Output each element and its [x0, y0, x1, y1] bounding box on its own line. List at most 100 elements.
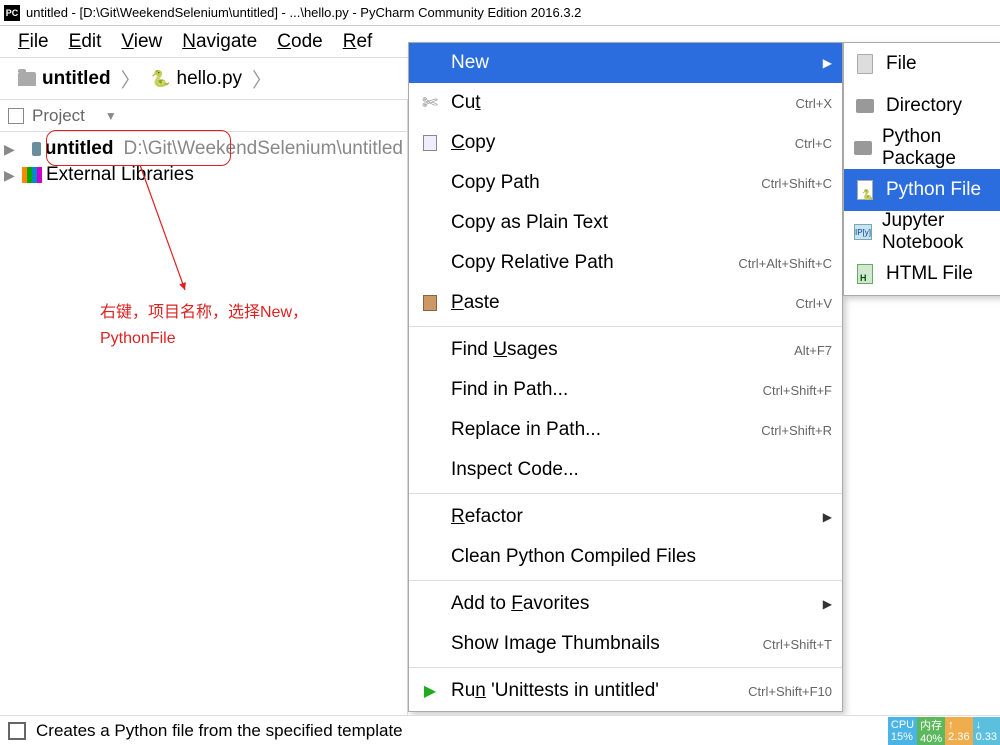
shortcut-label: Alt+F7: [794, 343, 832, 358]
context-menu: New▶✄CutCtrl+XCopyCtrl+CCopy PathCtrl+Sh…: [408, 42, 843, 712]
breadcrumb-separator: 〉: [121, 64, 141, 93]
perf-mem: 内存40%: [917, 717, 945, 745]
jupyter-icon: IP[y]: [854, 221, 872, 243]
context-menu-item[interactable]: ▶ Run 'Unittests in untitled' Ctrl+Shift+F…: [409, 671, 842, 711]
context-menu-item[interactable]: Show Image Thumbnails Ctrl+Shift+T: [409, 624, 842, 664]
file-icon: [854, 53, 876, 75]
menu-view[interactable]: View: [111, 29, 172, 55]
context-menu-item[interactable]: Replace in Path... Ctrl+Shift+R: [409, 410, 842, 450]
submenu-item[interactable]: File: [844, 43, 1000, 85]
tree-project-name: untitled: [45, 138, 114, 160]
shortcut-label: Ctrl+Shift+R: [761, 423, 832, 438]
context-menu-item[interactable]: Copy Ctrl+C: [409, 123, 842, 163]
run-icon: ▶: [419, 681, 441, 701]
tree-external-label: External Libraries: [46, 164, 194, 186]
context-menu-item[interactable]: Add to Favorites ▶: [409, 584, 842, 624]
submenu-item-label: Python File: [886, 179, 981, 201]
annotation-text: 右键，项目名称，选择New，PythonFile: [100, 300, 308, 351]
tree-row-project[interactable]: ▶ untitled D:\Git\WeekendSelenium\untitl…: [0, 136, 407, 162]
python-icon: [854, 179, 876, 201]
context-menu-item[interactable]: Find Usages Alt+F7: [409, 330, 842, 370]
chevron-right-icon: ▶: [823, 597, 832, 611]
context-menu-item[interactable]: PasteCtrl+V: [409, 283, 842, 323]
new-submenu: File Directory Python Package Python File IP…: [843, 42, 1000, 296]
python-icon: 🐍: [151, 69, 171, 89]
paste-icon: [419, 295, 441, 311]
perf-cpu: CPU15%: [888, 717, 917, 745]
submenu-item[interactable]: HTML File: [844, 253, 1000, 295]
sidebar-header-label: Project: [32, 106, 85, 126]
menu-refactor[interactable]: Ref: [333, 29, 383, 55]
status-text: Creates a Python file from the specified…: [36, 721, 403, 741]
menu-item-label: Add to Favorites: [451, 593, 803, 615]
context-menu-item[interactable]: Inspect Code...: [409, 450, 842, 490]
context-menu-item[interactable]: Find in Path...Ctrl+Shift+F: [409, 370, 842, 410]
context-menu-item[interactable]: ✄CutCtrl+X: [409, 83, 842, 123]
menu-item-label: Refactor: [451, 506, 803, 528]
submenu-item-label: Directory: [886, 95, 962, 117]
context-menu-item[interactable]: Copy PathCtrl+Shift+C: [409, 163, 842, 203]
window-title: untitled - [D:\Git\WeekendSelenium\untit…: [26, 5, 581, 20]
folder-icon: [854, 137, 872, 159]
perf-download: ↓0.33: [973, 717, 1000, 745]
folder-icon: [854, 95, 876, 117]
expand-arrow-icon[interactable]: ▶: [4, 141, 15, 158]
context-menu-item[interactable]: Clean Python Compiled Files: [409, 537, 842, 577]
breadcrumb-project-label: untitled: [42, 68, 111, 90]
menu-item-label: Show Image Thumbnails: [451, 633, 733, 655]
tree-project-path: D:\Git\WeekendSelenium\untitled: [123, 138, 403, 160]
project-tool-icon: [8, 108, 24, 124]
expand-arrow-icon[interactable]: ▶: [4, 167, 18, 184]
breadcrumb-file-label: hello.py: [177, 68, 243, 90]
menu-item-label: Copy as Plain Text: [451, 212, 832, 234]
dropdown-icon[interactable]: ▼: [105, 109, 117, 123]
copy-icon: [419, 135, 441, 151]
app-icon: PC: [4, 5, 20, 21]
menu-navigate[interactable]: Navigate: [172, 29, 267, 55]
submenu-item-label: File: [886, 53, 917, 75]
submenu-item[interactable]: IP[y] Jupyter Notebook: [844, 211, 1000, 253]
context-menu-item[interactable]: New▶: [409, 43, 842, 83]
shortcut-label: Ctrl+Shift+F10: [748, 684, 832, 699]
menu-item-label: Inspect Code...: [451, 459, 832, 481]
sidebar-header[interactable]: Project ▼: [0, 100, 407, 132]
submenu-item-label: HTML File: [886, 263, 973, 285]
breadcrumb-project[interactable]: untitled: [10, 64, 119, 94]
menu-item-label: Copy Relative Path: [451, 252, 708, 274]
tree-row-external[interactable]: ▶ External Libraries: [0, 162, 407, 188]
project-sidebar: Project ▼ ▶ untitled D:\Git\WeekendSelen…: [0, 100, 408, 715]
submenu-item[interactable]: Python File: [844, 169, 1000, 211]
window-title-bar: PC untitled - [D:\Git\WeekendSelenium\un…: [0, 0, 1000, 26]
menu-item-label: Copy: [451, 132, 765, 154]
shortcut-label: Ctrl+Shift+T: [763, 637, 832, 652]
submenu-item[interactable]: Python Package: [844, 127, 1000, 169]
shortcut-label: Ctrl+Alt+Shift+C: [738, 256, 832, 271]
menu-item-label: Copy Path: [451, 172, 731, 194]
breadcrumb-file[interactable]: 🐍 hello.py: [143, 64, 250, 94]
menu-edit[interactable]: Edit: [59, 29, 112, 55]
shortcut-label: Ctrl+X: [796, 96, 832, 111]
submenu-item-label: Jupyter Notebook: [882, 210, 992, 254]
context-menu-item[interactable]: Refactor ▶: [409, 497, 842, 537]
menu-item-label: Find Usages: [451, 339, 764, 361]
folder-icon: [18, 72, 36, 86]
html-icon: [854, 263, 876, 285]
context-menu-item[interactable]: Copy Relative Path Ctrl+Alt+Shift+C: [409, 243, 842, 283]
submenu-item-label: Python Package: [882, 126, 992, 170]
menu-code[interactable]: Code: [267, 29, 332, 55]
menu-file[interactable]: File: [8, 29, 59, 55]
chevron-right-icon: ▶: [823, 56, 832, 70]
shortcut-label: Ctrl+Shift+F: [763, 383, 832, 398]
context-menu-item[interactable]: Copy as Plain Text: [409, 203, 842, 243]
folder-icon: [32, 142, 41, 156]
libraries-icon: [22, 167, 42, 183]
submenu-item[interactable]: Directory: [844, 85, 1000, 127]
menu-item-label: Run 'Unittests in untitled': [451, 680, 718, 702]
menu-item-label: Replace in Path...: [451, 419, 731, 441]
chevron-right-icon: ▶: [823, 510, 832, 524]
shortcut-label: Ctrl+C: [795, 136, 832, 151]
breadcrumb-separator: 〉: [252, 64, 272, 93]
status-bar: Creates a Python file from the specified…: [0, 715, 1000, 745]
status-icon: [8, 722, 26, 740]
menu-item-label: Paste: [451, 292, 766, 314]
